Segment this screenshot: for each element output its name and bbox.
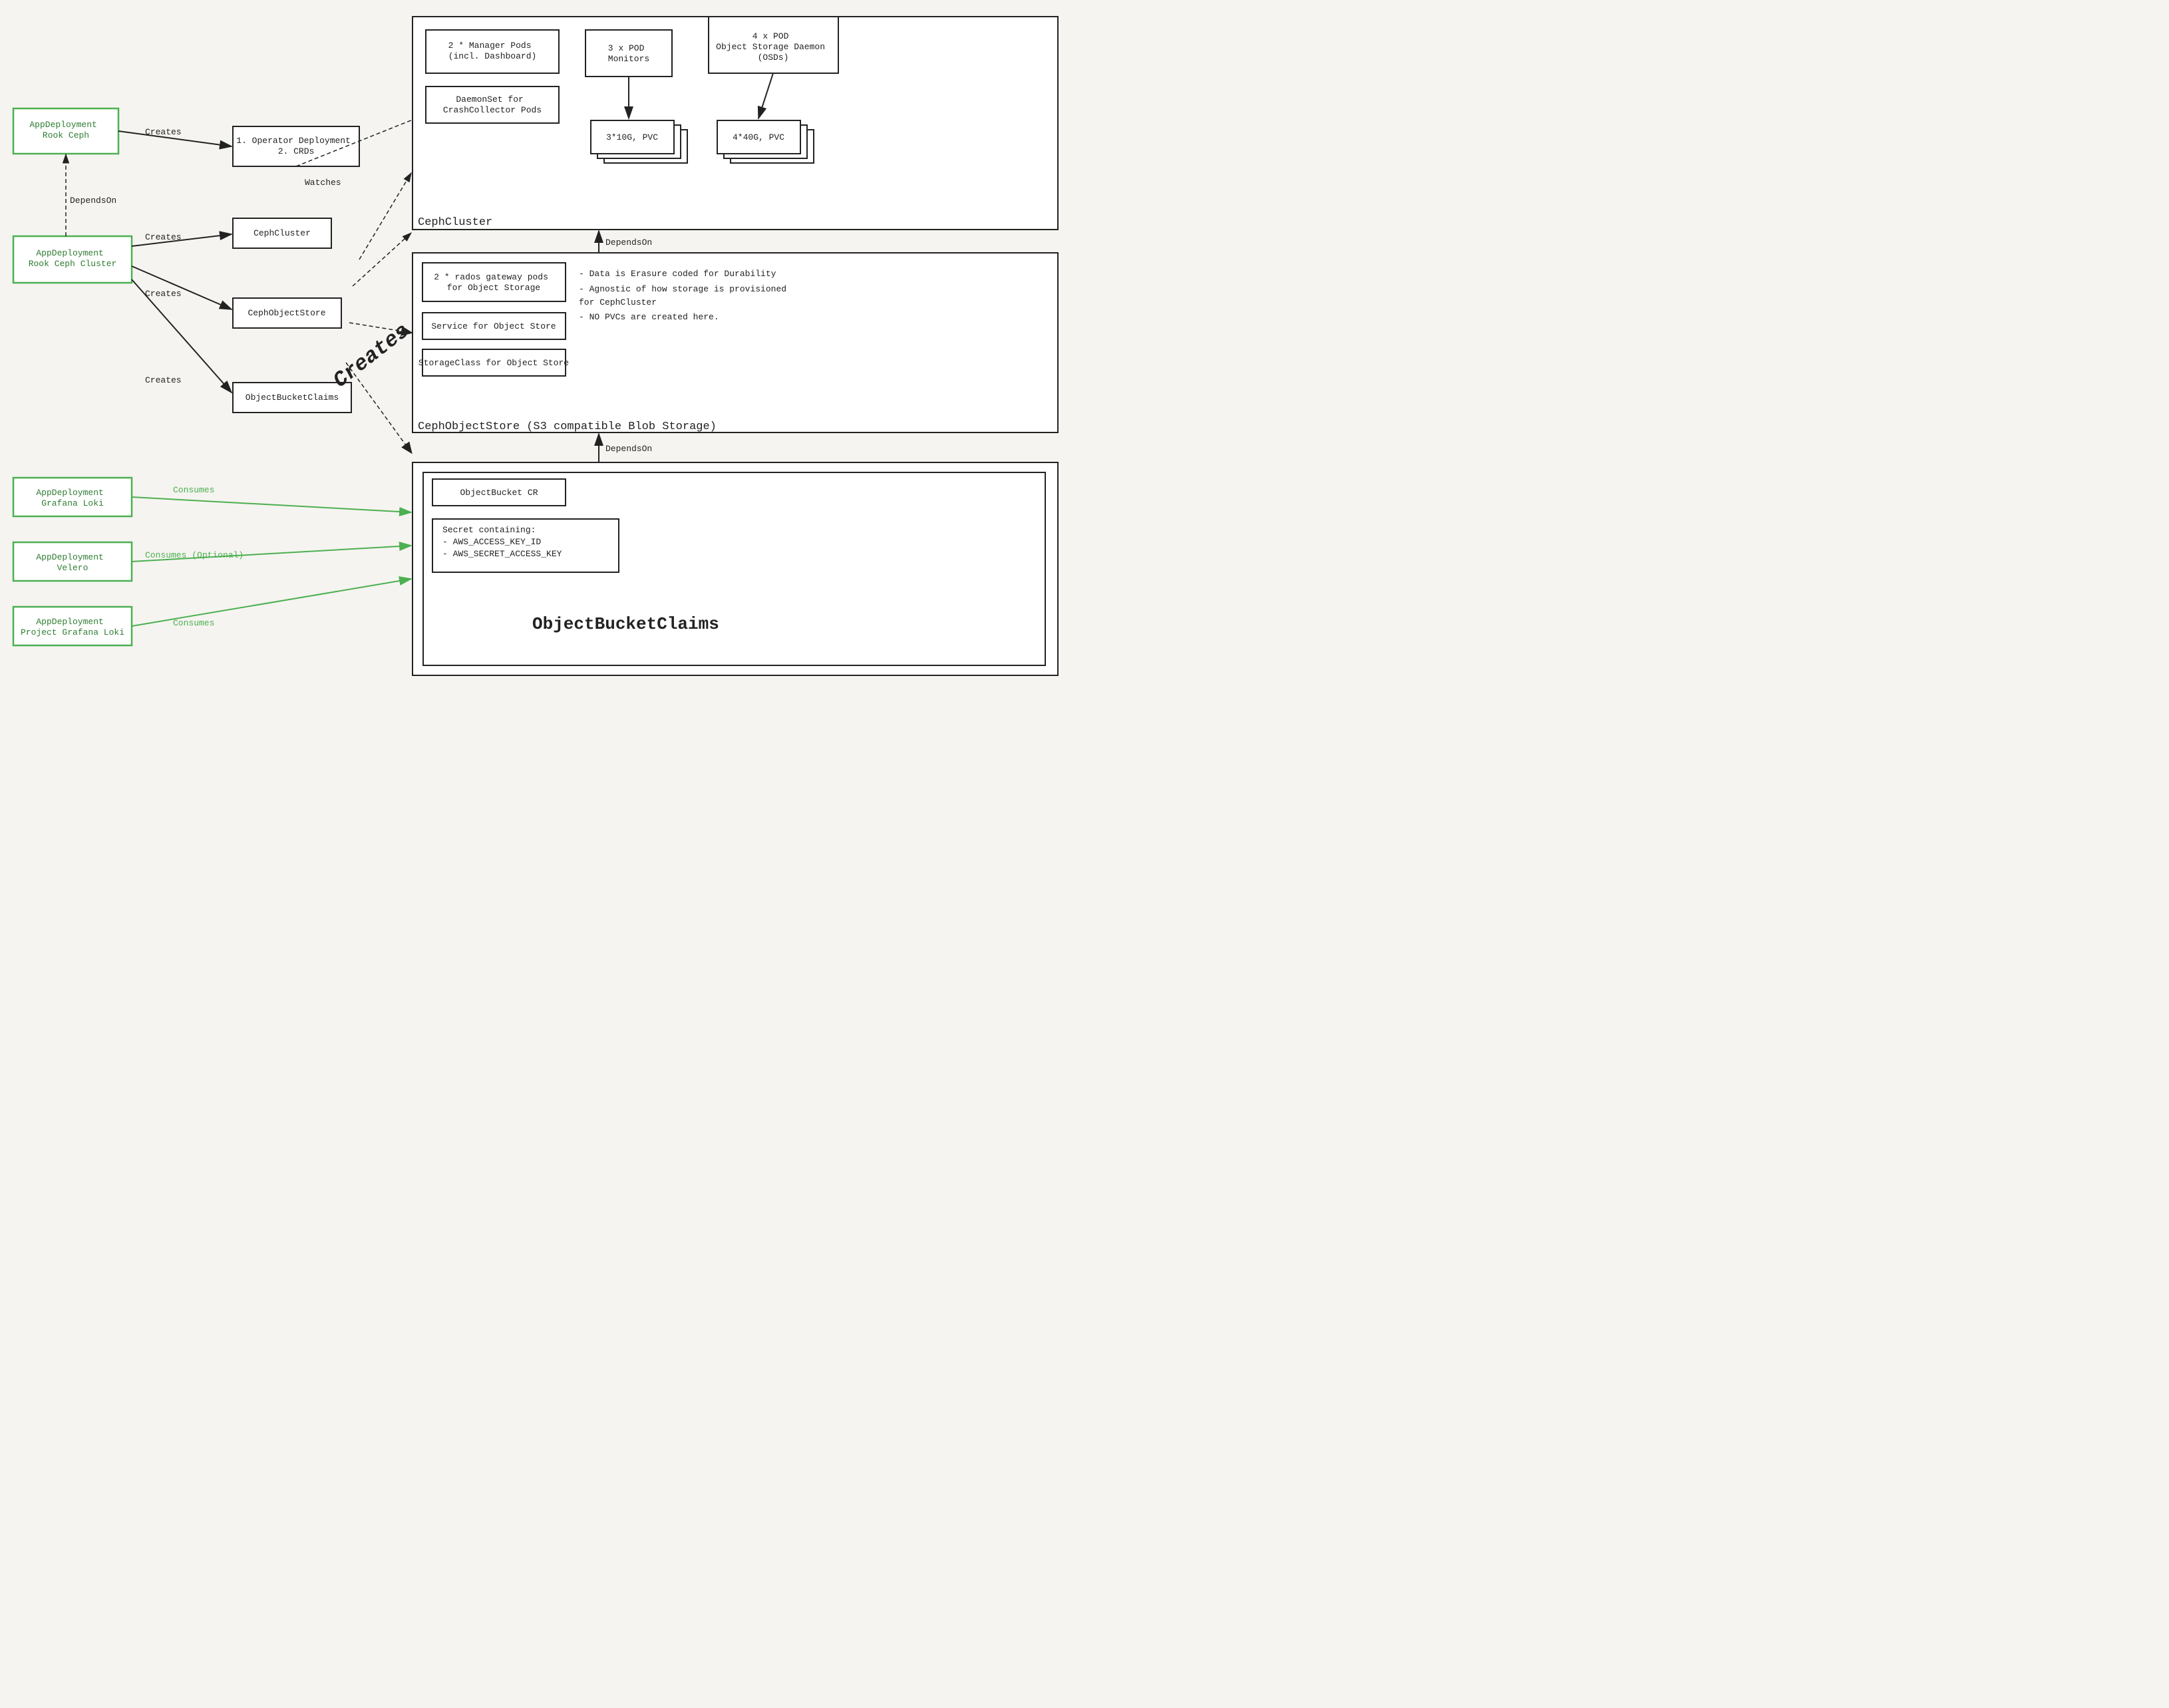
depends-on3-label: DependsOn (605, 444, 652, 454)
creates-big-group: Creates (329, 319, 415, 393)
creates-big-arrow1 (359, 173, 411, 259)
consumes1-arrow (132, 497, 411, 512)
object-bucket-cr-label: ObjectBucket CR (460, 488, 538, 498)
daemonset-label: DaemonSet for CrashCollector Pods (443, 94, 542, 115)
creates3-label: Creates (145, 289, 182, 299)
storage-class-label: StorageClass for Object Store (418, 358, 569, 368)
rados-gateway-box (422, 263, 566, 301)
creates1-label: Creates (145, 127, 182, 137)
consumes2-label: Consumes (Optional) (145, 550, 244, 560)
app-deployment-grafana-loki-label: AppDeployment Grafana Loki (36, 488, 108, 508)
rados-gateway-label: 2 * rados gateway pods for Object Storag… (434, 272, 553, 293)
monitors-label: 3 x POD Monitors (608, 43, 649, 64)
ceph-object-store-small-label: CephObjectStore (248, 308, 325, 318)
ceph-cluster-small-label: CephCluster (253, 228, 311, 238)
diagram-svg: 2 * Manager Pods (incl. Dashboard) Daemo… (0, 0, 1084, 854)
creates3-arrow (132, 266, 232, 309)
consumes1-label: Consumes (173, 485, 214, 495)
creates-big-arrow2 (353, 233, 411, 286)
watches-label: Watches (305, 178, 341, 188)
monitors-box (585, 30, 672, 77)
ceph-cluster-section-label: CephCluster (418, 216, 492, 229)
agnostic-label: - Agnostic of how storage is provisioned (579, 284, 786, 294)
manager-pods-label: 2 * Manager Pods (incl. Dashboard) (448, 41, 537, 61)
object-bucket-claims-small-label: ObjectBucketClaims (246, 393, 339, 403)
for-ceph-cluster-label: for CephCluster (579, 297, 657, 307)
creates-big-label: Creates (329, 319, 415, 393)
creates-big-arrow4 (346, 363, 411, 452)
pvc4-label: 4*40G, PVC (733, 132, 784, 142)
creates2-label: Creates (145, 232, 182, 242)
no-pvcs-label: - NO PVCs are created here. (579, 312, 719, 322)
app-deployment-rook-ceph-cluster-label: AppDeployment Rook Ceph Cluster (29, 248, 117, 269)
object-bucket-claims-big-label: ObjectBucketClaims (532, 614, 719, 634)
data-erasure-label: - Data is Erasure coded for Durability (579, 269, 776, 279)
pvc3-label: 3*10G, PVC (606, 132, 658, 142)
service-object-store-label: Service for Object Store (431, 321, 556, 331)
depends-on2-label: DependsOn (605, 238, 652, 248)
diagram-container: 2 * Manager Pods (incl. Dashboard) Daemo… (0, 0, 1084, 854)
ceph-object-store-section-label: CephObjectStore (S3 compatible Blob Stor… (418, 421, 717, 433)
creates4-label: Creates (145, 375, 182, 385)
depends-on1-label: DependsOn (70, 196, 116, 206)
consumes3-label: Consumes (173, 618, 214, 628)
